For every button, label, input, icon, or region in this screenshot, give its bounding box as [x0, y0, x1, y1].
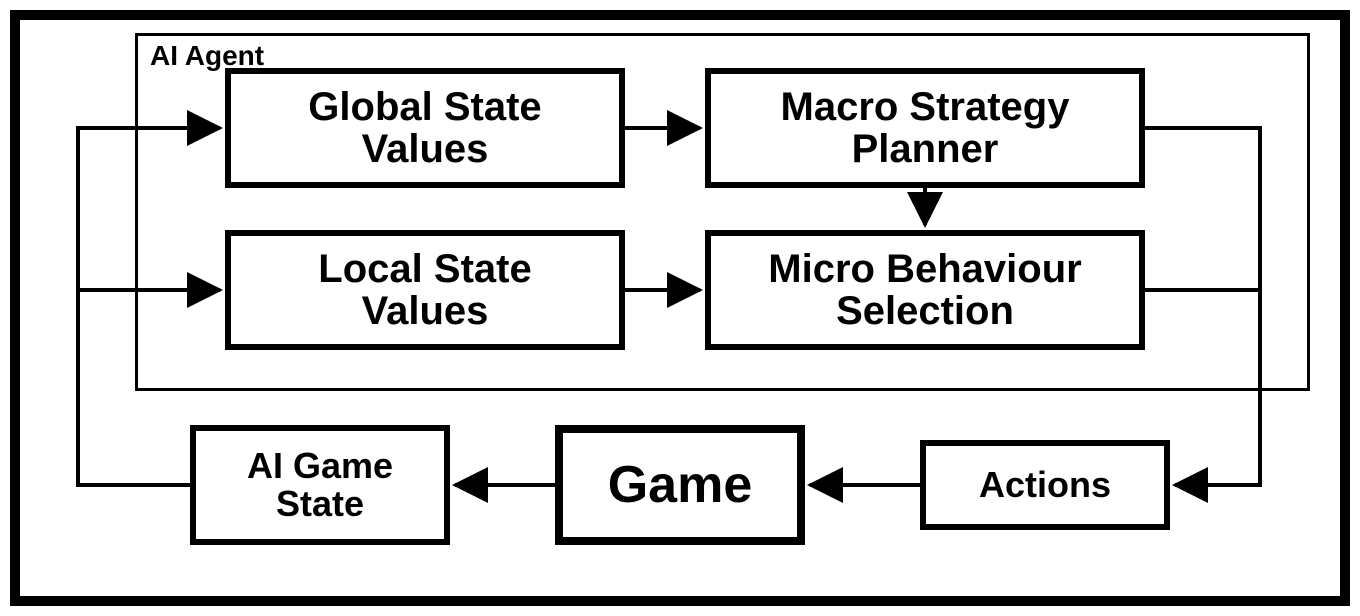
- connectors: [0, 0, 1360, 616]
- edge-macro-to-actions: [1145, 128, 1260, 485]
- edge-aistate-to-global: [78, 128, 220, 290]
- edge-aistate-to-local: [78, 290, 220, 485]
